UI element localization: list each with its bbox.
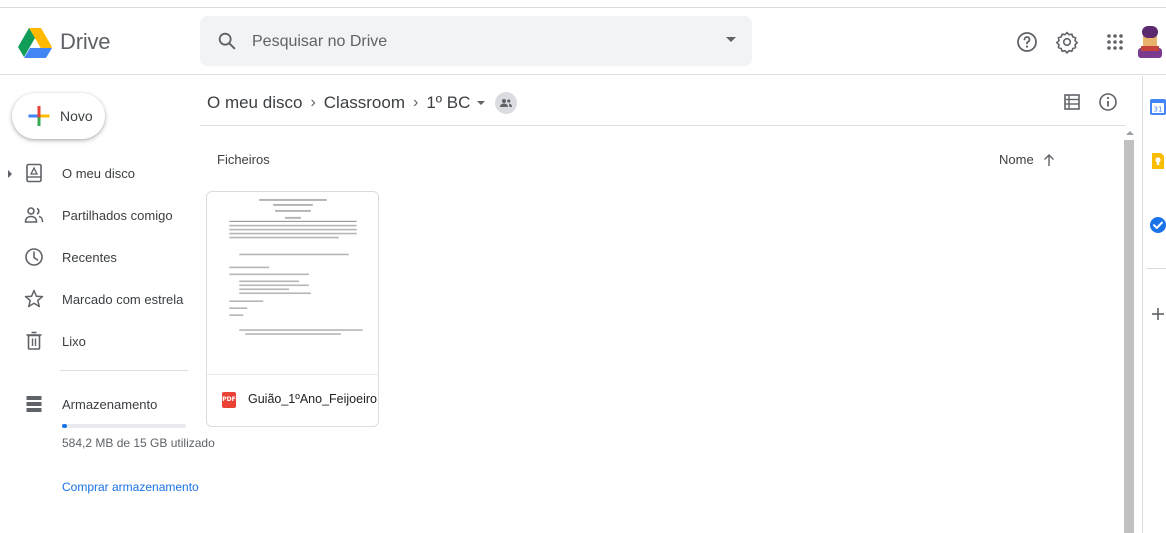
drive-icon (26, 163, 42, 183)
trash-icon (26, 331, 42, 350)
storage-progress-fill (62, 424, 67, 428)
chevron-right-icon: › (310, 94, 316, 111)
sidebar-item-label: O meu disco (62, 166, 135, 181)
sidebar-item-recent[interactable]: Recentes (0, 241, 190, 273)
files-section-title: Ficheiros (217, 152, 270, 167)
folder-menu-dropdown-icon[interactable] (477, 101, 486, 105)
settings-icon[interactable] (1055, 30, 1079, 54)
pdf-icon: PDF (222, 392, 236, 408)
brand-name[interactable]: Drive (60, 29, 111, 55)
new-button[interactable]: Novo (12, 93, 105, 139)
breadcrumb: O meu disco › Classroom › 1º BC (207, 91, 518, 115)
add-addon-plus-icon[interactable] (1149, 305, 1166, 323)
sidebar-item-label: Marcado com estrela (62, 292, 184, 307)
sidebar-item-label: Recentes (62, 250, 117, 265)
new-button-label: Novo (60, 108, 93, 124)
breadcrumb-item-my-drive[interactable]: O meu disco (207, 93, 302, 113)
people-icon (24, 207, 44, 223)
info-icon[interactable] (1097, 91, 1119, 113)
search-options-dropdown-icon[interactable] (726, 37, 736, 42)
scroll-up-arrow-icon[interactable] (1126, 131, 1134, 135)
buy-storage-link[interactable]: Comprar armazenamento (62, 480, 199, 494)
sidebar-item-starred[interactable]: Marcado com estrela (0, 283, 190, 315)
expand-caret-icon[interactable] (8, 170, 12, 178)
app-header: Drive (0, 8, 1166, 75)
clock-icon (25, 248, 43, 266)
search-icon[interactable] (216, 30, 238, 52)
side-panel-divider (1146, 268, 1166, 269)
chevron-right-icon: › (413, 94, 419, 111)
tasks-icon[interactable] (1149, 216, 1166, 234)
breadcrumb-item-current-folder[interactable]: 1º BC (426, 93, 470, 113)
sidebar-item-my-drive[interactable]: O meu disco (0, 157, 190, 189)
file-thumbnail[interactable] (207, 192, 378, 375)
star-icon (24, 289, 44, 308)
help-icon[interactable] (1015, 30, 1039, 54)
sort-label[interactable]: Nome (999, 152, 1034, 167)
scrollbar-thumb[interactable] (1124, 140, 1134, 533)
sidebar-item-shared[interactable]: Partilhados comigo (0, 199, 190, 231)
sidebar-item-label: Partilhados comigo (62, 208, 173, 223)
list-view-icon[interactable] (1061, 91, 1083, 113)
storage-usage-text: 584,2 MB de 15 GB utilizado (62, 436, 215, 450)
file-info[interactable]: PDF Guião_1ºAno_Feijoeiro.pdf (207, 388, 378, 414)
account-avatar[interactable] (1138, 26, 1162, 58)
sort-by-name[interactable]: Nome (999, 152, 1056, 167)
sidebar-item-label: Lixo (62, 334, 86, 349)
search-bar[interactable] (200, 16, 752, 66)
arrow-up-icon[interactable] (1042, 153, 1056, 167)
storage-label: Armazenamento (62, 397, 158, 412)
storage-icon (26, 396, 42, 412)
keep-icon[interactable] (1149, 152, 1166, 170)
sidebar-divider (60, 370, 188, 371)
breadcrumb-item-classroom[interactable]: Classroom (324, 93, 405, 113)
file-name[interactable]: Guião_1ºAno_Feijoeiro.pdf (248, 392, 378, 406)
content-divider (200, 125, 1125, 126)
storage-progress-bar (62, 424, 186, 428)
plus-icon (28, 106, 50, 126)
svg-text:31: 31 (1154, 106, 1163, 114)
calendar-icon[interactable]: 31 (1149, 98, 1166, 116)
shared-folder-icon (495, 92, 518, 114)
search-input[interactable] (252, 31, 692, 53)
sidebar-item-trash[interactable]: Lixo (0, 325, 190, 357)
file-card[interactable]: PDF Guião_1ºAno_Feijoeiro.pdf (206, 191, 379, 427)
drive-logo-icon[interactable] (18, 28, 52, 58)
sidebar-item-storage[interactable]: Armazenamento (0, 388, 190, 420)
apps-grid-icon[interactable] (1103, 30, 1127, 54)
